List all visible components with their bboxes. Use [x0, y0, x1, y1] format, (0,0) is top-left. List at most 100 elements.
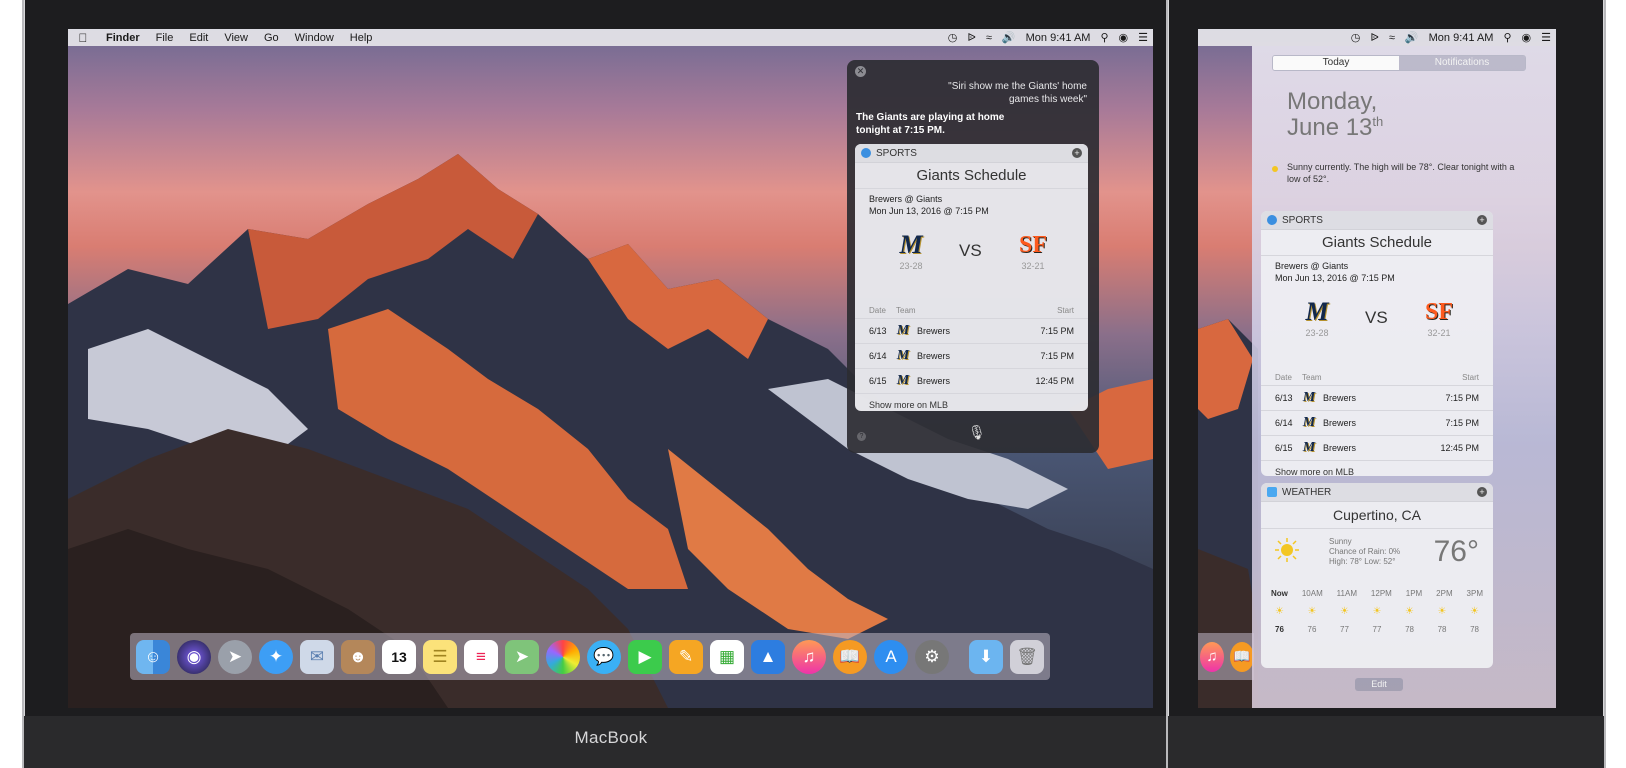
pages-icon[interactable]: ✎ — [669, 639, 703, 674]
help-icon[interactable]: ? — [857, 432, 866, 441]
mail-icon[interactable]: ✉ — [300, 639, 334, 674]
menu-edit[interactable]: Edit — [181, 32, 216, 44]
brewers-logo-icon: M — [1305, 297, 1329, 326]
menu-bar:  Finder File Edit View Go Window Help ◷… — [68, 29, 1153, 46]
itunes-icon[interactable]: ♫ — [792, 639, 826, 674]
spotlight-search-icon[interactable]: ⚲ — [1498, 31, 1516, 44]
schedule-header: Date Team Start — [855, 303, 1088, 319]
siri-panel: ✕ "Siri show me the Giants' home games t… — [847, 60, 1099, 453]
volume-icon[interactable]: 🔊 — [1400, 31, 1424, 44]
calendar-icon[interactable]: 13 — [382, 639, 416, 674]
tab-notifications[interactable]: Notifications — [1399, 56, 1525, 70]
sun-icon: ☀ — [1470, 606, 1479, 617]
table-row[interactable]: 6/15 M Brewers 12:45 PM — [855, 369, 1088, 394]
numbers-icon[interactable]: ▦ — [710, 639, 744, 674]
add-widget-icon[interactable]: + — [1072, 148, 1082, 158]
weather-details: Sunny Chance of Rain: 0% High: 78° Low: … — [1329, 537, 1401, 566]
nc-forecast: Sunny currently. The high will be 78°. C… — [1287, 162, 1515, 184]
spotlight-search-icon[interactable]: ⚲ — [1095, 31, 1113, 44]
table-row[interactable]: 6/14 M Brewers 7:15 PM — [855, 344, 1088, 369]
wifi-icon[interactable]: ≈ — [981, 32, 997, 44]
keynote-icon[interactable]: ▲ — [751, 639, 785, 674]
show-more-link[interactable]: Show more on MLB — [1261, 461, 1493, 476]
itunes-icon[interactable]: ♫ — [1200, 641, 1224, 672]
notification-center-icon[interactable]: ☰ — [1133, 31, 1153, 44]
game-datetime: Mon Jun 13, 2016 @ 7:15 PM — [869, 206, 989, 216]
bluetooth-icon[interactable]: ᐉ — [1365, 31, 1383, 44]
brewers-logo-icon: M — [899, 230, 923, 259]
wifi-icon[interactable]: ≈ — [1384, 32, 1400, 44]
edit-button[interactable]: Edit — [1355, 678, 1403, 691]
sports-icon — [1267, 215, 1277, 225]
downloads-folder-icon[interactable]: ⬇ — [969, 639, 1003, 674]
tab-today[interactable]: Today — [1273, 56, 1399, 70]
photos-icon[interactable] — [546, 639, 580, 674]
screen-right: ◷ ᐉ ≈ 🔊 Mon 9:41 AM ⚲ ◉ ☰ ♫ 📖 Today Noti… — [1198, 29, 1556, 708]
matchup: Brewers @ Giants — [869, 194, 943, 204]
brand-label: MacBook — [574, 728, 648, 747]
matchup-logos: M 23-28 VS SF 32-21 — [855, 221, 1088, 303]
brewers-logo-icon: M — [1302, 415, 1316, 430]
siri-query: "Siri show me the Giants' home games thi… — [948, 81, 1087, 105]
sports-card[interactable]: SPORTS + Giants Schedule Brewers @ Giant… — [1261, 211, 1493, 476]
reminders-icon[interactable]: ≡ — [464, 639, 498, 674]
laptop-chin — [1168, 716, 1604, 768]
menu-file[interactable]: File — [148, 32, 182, 44]
menu-help[interactable]: Help — [342, 32, 381, 44]
time-machine-icon[interactable]: ◷ — [943, 31, 963, 44]
product-shot: MacBook  Finder File Edit View Go Windo… — [0, 0, 1626, 768]
table-row[interactable]: 6/13 M Brewers 7:15 PM — [855, 319, 1088, 344]
microphone-icon[interactable]: 🎙 — [968, 424, 986, 441]
menu-view[interactable]: View — [216, 32, 256, 44]
bluetooth-icon[interactable]: ᐉ — [962, 31, 980, 44]
app-store-icon[interactable]: A — [874, 639, 908, 674]
weather-city: Cupertino, CA — [1261, 502, 1493, 529]
volume-icon[interactable]: 🔊 — [997, 31, 1021, 44]
vs-label: VS — [1365, 308, 1388, 327]
ibooks-icon[interactable]: 📖 — [1230, 641, 1254, 672]
contacts-icon[interactable]: ☻ — [341, 639, 375, 674]
notification-center-icon[interactable]: ☰ — [1536, 31, 1556, 44]
launchpad-icon[interactable]: ➤ — [218, 639, 252, 674]
sports-card[interactable]: SPORTS + Giants Schedule Brewers @ Giant… — [855, 144, 1088, 411]
system-preferences-icon[interactable]: ⚙ — [915, 639, 949, 674]
facetime-icon[interactable]: ▶ — [628, 639, 662, 674]
clock[interactable]: Mon 9:41 AM — [1021, 32, 1096, 44]
table-row[interactable]: 6/13 M Brewers 7:15 PM — [1261, 386, 1493, 411]
card-title: Giants Schedule — [855, 163, 1088, 189]
weather-card[interactable]: WEATHER + Cupertino, CA Sunny Chance of … — [1261, 483, 1493, 668]
matchup: Brewers @ Giants — [1275, 261, 1349, 271]
menu-finder[interactable]: Finder — [98, 32, 148, 44]
add-widget-icon[interactable]: + — [1477, 215, 1487, 225]
siri-icon[interactable]: ◉ — [177, 639, 211, 674]
card-section-label: SPORTS — [876, 147, 917, 159]
sun-icon — [1272, 166, 1278, 172]
finder-icon[interactable]: ☺ — [136, 639, 170, 674]
ibooks-icon[interactable]: 📖 — [833, 639, 867, 674]
giants-logo-icon: SF — [1019, 232, 1048, 258]
table-row[interactable]: 6/15 M Brewers 12:45 PM — [1261, 436, 1493, 461]
menu-go[interactable]: Go — [256, 32, 287, 44]
menu-window[interactable]: Window — [287, 32, 342, 44]
messages-icon[interactable]: 💬 — [587, 639, 621, 674]
nc-day: Monday, — [1287, 88, 1378, 115]
safari-icon[interactable]: ✦ — [259, 639, 293, 674]
sports-icon — [861, 148, 871, 158]
time-machine-icon[interactable]: ◷ — [1346, 31, 1366, 44]
weather-now: Sunny Chance of Rain: 0% High: 78° Low: … — [1261, 529, 1493, 589]
table-row[interactable]: 6/14 M Brewers 7:15 PM — [1261, 411, 1493, 436]
close-icon[interactable]: ✕ — [855, 66, 866, 77]
siri-icon[interactable]: ◉ — [1114, 31, 1134, 44]
giants-logo-icon: SF — [1425, 299, 1454, 325]
sun-icon: ☀ — [1437, 606, 1447, 617]
current-temperature: 76° — [1433, 535, 1479, 568]
apple-menu-icon[interactable]:  — [68, 31, 98, 45]
trash-icon[interactable]: 🗑 — [1010, 639, 1044, 674]
maps-icon[interactable]: ➤ — [505, 639, 539, 674]
clock[interactable]: Mon 9:41 AM — [1424, 32, 1499, 44]
notes-icon[interactable]: ☰ — [423, 639, 457, 674]
add-widget-icon[interactable]: + — [1477, 487, 1487, 497]
card-section-label: WEATHER — [1282, 486, 1332, 498]
siri-icon[interactable]: ◉ — [1517, 31, 1537, 44]
show-more-link[interactable]: Show more on MLB — [855, 394, 1088, 411]
